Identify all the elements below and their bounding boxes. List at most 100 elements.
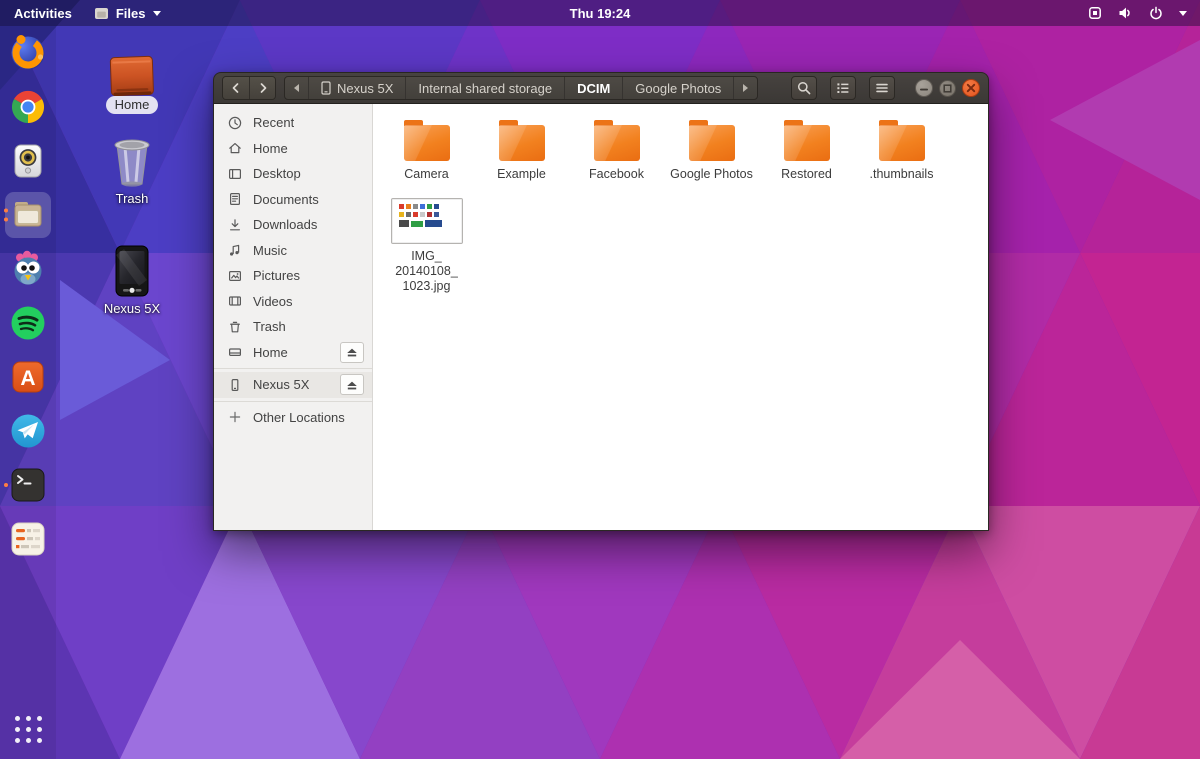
power-icon[interactable] (1148, 5, 1164, 21)
folder-label: Restored (781, 167, 832, 182)
sidebar-item-pictures[interactable]: Pictures (214, 263, 372, 289)
folder-item-restored[interactable]: Restored (759, 118, 854, 182)
chevron-left-icon (228, 80, 244, 96)
hamburger-icon (874, 80, 890, 96)
view-toggle-button[interactable] (830, 76, 856, 100)
document-icon (227, 191, 243, 207)
eject-button[interactable] (340, 342, 364, 363)
desktop-icon-trash[interactable]: Trash (97, 136, 167, 206)
dock-item-chrome[interactable] (5, 84, 51, 130)
sidebar-separator (214, 368, 372, 369)
display-indicator-icon[interactable] (1087, 5, 1103, 21)
sidebar-item-label: Trash (253, 319, 286, 334)
drive-icon (227, 344, 243, 360)
volume-icon[interactable] (1117, 5, 1134, 21)
maximize-button[interactable] (939, 80, 956, 97)
minimize-icon (916, 80, 932, 96)
firefox-icon (8, 33, 48, 73)
breadcrumb-internal-storage[interactable]: Internal shared storage (405, 77, 564, 99)
phone-icon (227, 377, 243, 393)
home-icon (227, 140, 243, 156)
dock-item-bird-app[interactable] (5, 246, 51, 292)
running-indicator (4, 483, 8, 487)
dock-item-terminal[interactable] (5, 462, 51, 508)
sidebar-item-desktop[interactable]: Desktop (214, 161, 372, 187)
dock-item-spotify[interactable] (5, 300, 51, 346)
close-button[interactable] (962, 79, 980, 97)
folder-label: Google Photos (670, 167, 753, 182)
software-center-icon: A (8, 357, 48, 397)
breadcrumb-nexus5x[interactable]: Nexus 5X (308, 77, 405, 99)
forward-button[interactable] (249, 77, 275, 99)
activities-button[interactable]: Activities (14, 6, 72, 21)
desktop-icon-nexus5x[interactable]: Nexus 5X (97, 244, 167, 316)
folder-label: Camera (404, 167, 448, 182)
recent-icon (227, 115, 243, 131)
app-menu-label: Files (116, 6, 146, 21)
top-bar: Activities Files Thu 19:24 (0, 0, 1200, 26)
clock[interactable]: Thu 19:24 (570, 6, 631, 21)
minimize-button[interactable] (915, 79, 933, 97)
folder-item-google-photos[interactable]: Google Photos (664, 118, 759, 182)
desktop-icon-label: Trash (116, 191, 149, 206)
sidebar-item-label: Home (253, 345, 288, 360)
sidebar-item-label: Other Locations (253, 410, 345, 425)
sidebar-item-nexus5x[interactable]: Nexus 5X (214, 372, 372, 398)
sidebar-item-home[interactable]: Home (214, 136, 372, 162)
sidebar-item-home-drive[interactable]: Home (214, 340, 372, 366)
back-button[interactable] (223, 77, 249, 99)
titlebar[interactable]: Nexus 5X Internal shared storage DCIM Go… (213, 72, 989, 104)
desktop-icon-label: Nexus 5X (104, 301, 160, 316)
sidebar-item-label: Pictures (253, 268, 300, 283)
close-icon (963, 80, 979, 96)
sidebar-item-recent[interactable]: Recent (214, 110, 372, 136)
dock-item-ubuntu-software[interactable]: A (5, 354, 51, 400)
path-scroll-left[interactable] (285, 77, 308, 99)
sidebar-item-documents[interactable]: Documents (214, 187, 372, 213)
breadcrumb-google-photos[interactable]: Google Photos (622, 77, 733, 99)
app-menu[interactable]: Files (94, 6, 163, 21)
files-icon (8, 195, 48, 235)
sidebar-item-other-locations[interactable]: Other Locations (214, 405, 372, 431)
sidebar-item-videos[interactable]: Videos (214, 289, 372, 315)
chrome-icon (8, 87, 48, 127)
folder-item-thumbnails[interactable]: .thumbnails (854, 118, 949, 182)
path-scroll-right[interactable] (733, 77, 757, 99)
sidebar-item-downloads[interactable]: Downloads (214, 212, 372, 238)
desktop: Activities Files Thu 19:24 (0, 0, 1200, 759)
sidebar-item-music[interactable]: Music (214, 238, 372, 264)
eject-icon (345, 379, 359, 391)
breadcrumb-label: Internal shared storage (418, 81, 552, 96)
search-button[interactable] (791, 76, 817, 100)
desktop-icon-home[interactable]: Home (97, 54, 167, 114)
breadcrumb-label: Google Photos (635, 81, 721, 96)
menu-button[interactable] (869, 76, 895, 100)
eject-button[interactable] (340, 374, 364, 395)
breadcrumb-dcim[interactable]: DCIM (564, 77, 622, 99)
list-view-icon (835, 80, 851, 96)
sidebar-item-label: Documents (253, 192, 319, 207)
file-browser-content[interactable]: Camera Example Facebook Google Photos (373, 104, 988, 530)
dock-item-telegram[interactable] (5, 408, 51, 454)
dock-item-files[interactable] (5, 192, 51, 238)
folder-icon (404, 125, 450, 161)
folder-item-facebook[interactable]: Facebook (569, 118, 664, 182)
dock-item-tasks-app[interactable] (5, 516, 51, 562)
image-file-item[interactable]: IMG_ 20140108_ 1023.jpg (379, 196, 474, 294)
speaker-app-icon (8, 141, 48, 181)
show-applications-button[interactable] (9, 710, 48, 749)
download-icon (227, 217, 243, 233)
chevron-down-icon[interactable] (1178, 9, 1188, 17)
folder-icon (879, 125, 925, 161)
phone-icon (109, 244, 155, 298)
sidebar-item-trash[interactable]: Trash (214, 314, 372, 340)
terminal-icon (8, 465, 48, 505)
dock-item-firefox[interactable] (5, 30, 51, 76)
folder-item-camera[interactable]: Camera (379, 118, 474, 182)
dock-item-audacious[interactable] (5, 138, 51, 184)
folder-item-example[interactable]: Example (474, 118, 569, 182)
sidebar-separator (214, 401, 372, 402)
sidebar-item-label: Videos (253, 294, 293, 309)
desktop-icon-label: Home (106, 96, 159, 114)
video-icon (227, 293, 243, 309)
